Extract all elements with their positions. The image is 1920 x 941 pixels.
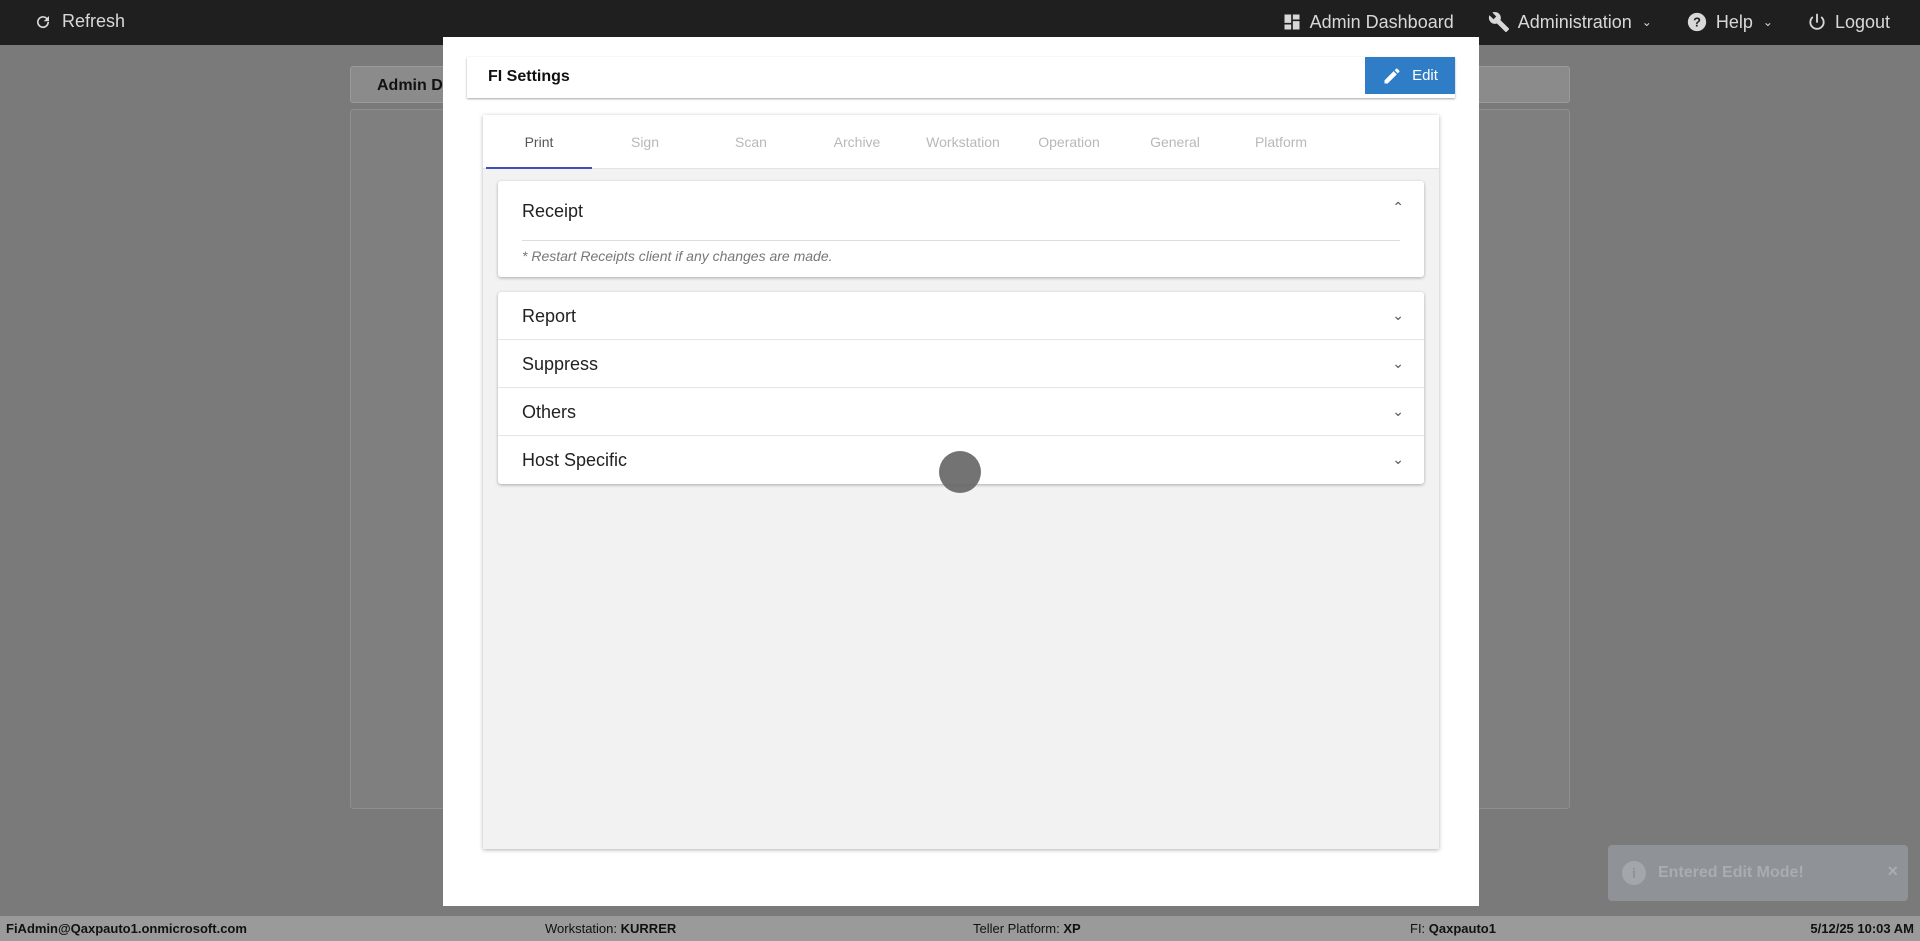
admin-dashboard-label: Admin Dashboard <box>1309 11 1454 32</box>
accordion-report[interactable]: Report ⌄ <box>498 292 1424 340</box>
dashboard-icon <box>1282 12 1302 32</box>
tab-general[interactable]: General <box>1122 115 1228 169</box>
divider <box>522 240 1400 241</box>
fi-label: FI: <box>1410 921 1426 936</box>
tab-operation[interactable]: Operation <box>1016 115 1122 169</box>
wrench-icon <box>1488 11 1510 33</box>
workstation-value: KURRER <box>620 921 677 936</box>
modal-title: FI Settings <box>488 68 570 85</box>
tab-archive[interactable]: Archive <box>804 115 910 169</box>
refresh-icon <box>34 13 52 31</box>
chevron-down-icon: ⌄ <box>1392 355 1404 371</box>
tab-workstation[interactable]: Workstation <box>910 115 1016 169</box>
status-bar: FiAdmin@Qaxpauto1.onmicrosoft.com Workst… <box>0 916 1920 941</box>
status-platform: Teller Platform: XP <box>973 921 1081 936</box>
status-user: FiAdmin@Qaxpauto1.onmicrosoft.com <box>6 921 247 936</box>
platform-label: Teller Platform: <box>973 921 1060 936</box>
logout-button[interactable]: Logout <box>1807 12 1890 33</box>
tab-platform[interactable]: Platform <box>1228 115 1334 169</box>
accordion-title: Host Specific <box>522 450 628 470</box>
receipt-panel: Receipt ⌃ * Restart Receipts client if a… <box>498 181 1424 277</box>
chevron-down-icon: ⌄ <box>1392 403 1404 419</box>
chevron-down-icon: ⌄ <box>1392 451 1404 467</box>
modal-header: FI Settings Edit <box>467 57 1455 98</box>
logout-label: Logout <box>1834 11 1890 32</box>
tab-print[interactable]: Print <box>486 115 592 169</box>
edit-label: Edit <box>1412 67 1438 84</box>
accordion-title: Others <box>522 402 577 422</box>
tab-scan[interactable]: Scan <box>698 115 804 169</box>
edit-mode-toast: i Entered Edit Mode! × <box>1608 845 1908 901</box>
administration-menu[interactable]: Administration ⌄ <box>1488 11 1652 33</box>
svg-text:?: ? <box>1693 15 1701 30</box>
accordion-title: Report <box>522 306 577 326</box>
info-icon: i <box>1622 861 1646 885</box>
refresh-button[interactable]: Refresh <box>34 11 125 32</box>
status-datetime: 5/12/25 10:03 AM <box>1810 921 1914 936</box>
help-label: Help <box>1715 11 1753 32</box>
chevron-down-icon: ⌄ <box>1762 15 1773 29</box>
pencil-icon <box>1382 66 1402 86</box>
tab-sign[interactable]: Sign <box>592 115 698 169</box>
chevron-up-icon[interactable]: ⌃ <box>1392 199 1404 216</box>
status-workstation: Workstation: KURRER <box>545 921 676 936</box>
settings-tabs: Print Sign Scan Archive Workstation Oper… <box>483 115 1439 169</box>
receipt-panel-title[interactable]: Receipt <box>522 201 583 222</box>
admin-dashboard-link[interactable]: Admin Dashboard <box>1282 12 1454 33</box>
background-tab-label: Admin D <box>377 77 443 94</box>
help-icon: ? <box>1686 11 1708 33</box>
workstation-label: Workstation: <box>545 921 618 936</box>
administration-label: Administration <box>1517 11 1632 32</box>
accordion-suppress[interactable]: Suppress ⌄ <box>498 340 1424 388</box>
edit-button[interactable]: Edit <box>1365 57 1455 94</box>
platform-value: XP <box>1063 921 1081 936</box>
cursor-indicator <box>939 451 981 493</box>
power-icon <box>1807 12 1827 32</box>
toast-message: Entered Edit Mode! <box>1658 864 1804 881</box>
fi-value: Qaxpauto1 <box>1428 921 1496 936</box>
status-fi: FI: Qaxpauto1 <box>1410 921 1496 936</box>
receipt-note: * Restart Receipts client if any changes… <box>522 248 833 264</box>
chevron-down-icon: ⌄ <box>1641 15 1652 29</box>
toast-close-icon[interactable]: × <box>1887 861 1898 882</box>
refresh-label: Refresh <box>62 11 126 31</box>
help-menu[interactable]: ? Help ⌄ <box>1686 11 1773 33</box>
accordion-title: Suppress <box>522 354 599 374</box>
accordion-others[interactable]: Others ⌄ <box>498 388 1424 436</box>
chevron-down-icon: ⌄ <box>1392 307 1404 323</box>
